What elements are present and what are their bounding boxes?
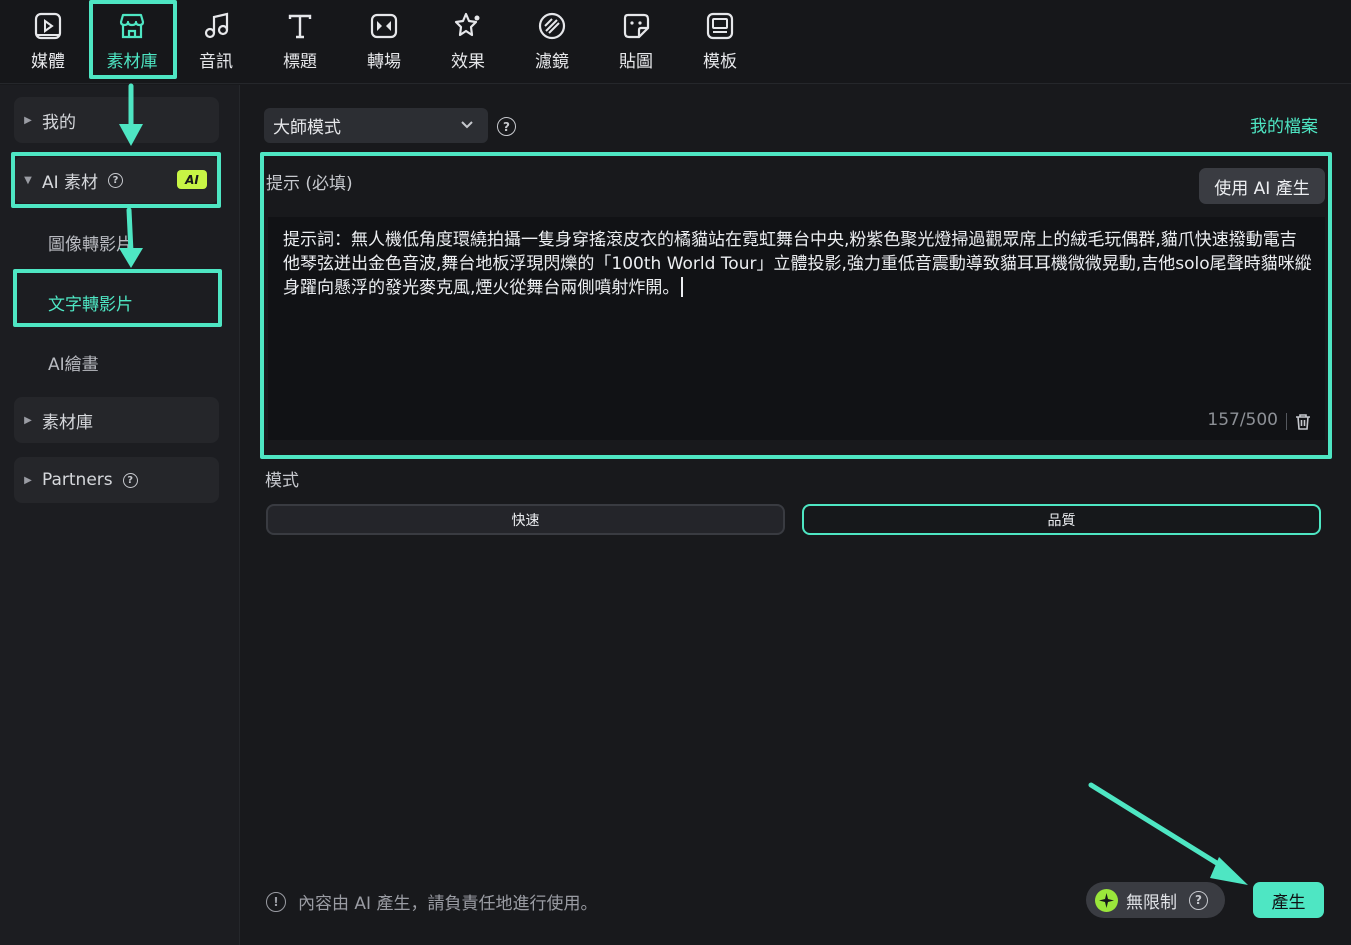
tab-label: 貼圖	[619, 52, 653, 72]
tab-library[interactable]: 素材庫	[90, 0, 174, 84]
arrow-line	[1088, 782, 1231, 873]
tab-stickers[interactable]: 貼圖	[594, 0, 678, 84]
text-cursor	[681, 277, 684, 297]
music-note-icon	[201, 11, 231, 41]
mode-dropdown-value: 大師模式	[273, 118, 341, 138]
tab-effects[interactable]: 效果	[426, 0, 510, 84]
tab-label: 轉場	[367, 52, 401, 72]
ai-badge: AI	[177, 170, 207, 189]
sidebar	[0, 85, 240, 945]
help-icon[interactable]: ?	[108, 172, 124, 188]
filter-icon	[537, 11, 567, 41]
ai-generate-prompt-button[interactable]: 使用 AI 產生	[1199, 168, 1325, 204]
my-files-link[interactable]: 我的檔案	[1250, 112, 1318, 137]
tab-filters[interactable]: 濾鏡	[510, 0, 594, 84]
caret-right-icon: ▶	[24, 414, 32, 426]
tab-label: 效果	[451, 52, 485, 72]
credits-pill[interactable]: 無限制 ?	[1086, 882, 1225, 918]
help-icon[interactable]: ?	[497, 117, 516, 136]
tab-label: 標題	[283, 52, 317, 72]
disclaimer-text: 內容由 AI 產生，請負責任地進行使用。	[298, 894, 598, 914]
mode-quality-button[interactable]: 品質	[802, 504, 1321, 535]
caret-right-icon: ▶	[24, 474, 32, 486]
prompt-textarea[interactable]: 提示詞：無人機低角度環繞拍攝一隻身穿搖滾皮衣的橘貓站在霓虹舞台中央,粉紫色聚光燈…	[268, 217, 1325, 440]
sidebar-group-label: 我的	[42, 112, 76, 133]
sidebar-group-my[interactable]: ▶ 我的	[14, 97, 219, 143]
sidebar-group-label: AI 素材	[42, 172, 99, 193]
help-icon[interactable]: ?	[122, 472, 138, 488]
mode-dropdown[interactable]: 大師模式	[264, 108, 488, 143]
generate-button[interactable]: 產生	[1253, 882, 1324, 918]
tab-templates[interactable]: 模板	[678, 0, 762, 84]
sidebar-group-ai-assets[interactable]: ▼ AI 素材 ? AI	[14, 157, 219, 203]
sidebar-group-partners[interactable]: ▶ Partners ?	[14, 457, 219, 503]
help-icon[interactable]: ?	[1189, 890, 1208, 910]
tab-titles[interactable]: 標題	[258, 0, 342, 84]
caret-down-icon: ▼	[24, 174, 32, 186]
store-icon	[117, 11, 147, 41]
sidebar-group-label: 素材庫	[42, 412, 93, 433]
template-icon	[705, 11, 735, 41]
transition-icon	[369, 11, 399, 41]
sparkle-icon	[1095, 888, 1118, 912]
tab-label: 音訊	[199, 52, 233, 72]
info-icon: !	[266, 891, 286, 912]
sticker-icon	[621, 11, 651, 41]
trash-icon[interactable]	[1295, 413, 1311, 434]
tab-media[interactable]: 媒體	[6, 0, 90, 84]
caret-right-icon: ▶	[24, 114, 32, 126]
sidebar-item-text-to-video[interactable]: 文字轉影片	[48, 290, 133, 315]
media-icon	[33, 11, 63, 41]
tab-audio[interactable]: 音訊	[174, 0, 258, 84]
sidebar-group-label: Partners	[42, 470, 113, 490]
divider	[1286, 413, 1287, 430]
title-t-icon	[285, 11, 315, 41]
sidebar-group-library[interactable]: ▶ 素材庫	[14, 397, 219, 443]
chevron-down-icon	[460, 114, 474, 138]
mode-fast-button[interactable]: 快速	[266, 504, 785, 535]
arrow-head	[1210, 857, 1248, 885]
effects-star-icon	[453, 11, 483, 41]
disclaimer: ! 內容由 AI 產生，請負責任地進行使用。	[266, 889, 597, 914]
top-toolbar: 媒體 素材庫 音訊 標題 轉場 效果 濾鏡 貼圖 模板	[0, 0, 1351, 84]
tab-label: 媒體	[31, 52, 65, 72]
tab-label: 濾鏡	[535, 52, 569, 72]
sidebar-item-ai-painting[interactable]: AI繪畫	[48, 350, 99, 375]
prompt-text: 提示詞：無人機低角度環繞拍攝一隻身穿搖滾皮衣的橘貓站在霓虹舞台中央,粉紫色聚光燈…	[283, 228, 1313, 300]
sidebar-item-image-to-video[interactable]: 圖像轉影片	[48, 230, 133, 255]
credits-label: 無限制	[1126, 892, 1177, 913]
tab-label: 模板	[703, 52, 737, 72]
prompt-label: 提示 (必填)	[266, 174, 353, 194]
char-count: 157/500	[1207, 410, 1278, 430]
tab-label: 素材庫	[106, 52, 158, 72]
mode-section-label: 模式	[265, 471, 299, 491]
tab-transitions[interactable]: 轉場	[342, 0, 426, 84]
prompt-text-content: 提示詞：無人機低角度環繞拍攝一隻身穿搖滾皮衣的橘貓站在霓虹舞台中央,粉紫色聚光燈…	[283, 230, 1312, 298]
